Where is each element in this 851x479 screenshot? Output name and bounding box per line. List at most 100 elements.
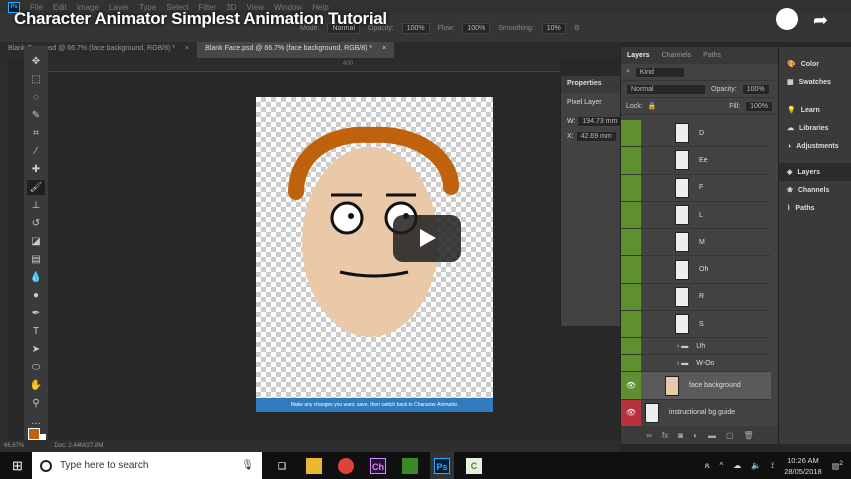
- gradient-tool-icon[interactable]: ▤: [27, 252, 45, 267]
- volume-icon[interactable]: 🔈: [751, 461, 761, 470]
- taskbar-search[interactable]: Type here to search 🎙: [32, 452, 262, 479]
- network-icon[interactable]: ⟟: [771, 461, 774, 471]
- video-title[interactable]: Character Animator Simplest Animation Tu…: [14, 9, 387, 29]
- dock-learn[interactable]: 💡 Learn: [779, 101, 851, 119]
- eye-icon[interactable]: 👁: [621, 372, 641, 399]
- layer-row[interactable]: R: [621, 283, 771, 312]
- tab-paths[interactable]: Paths: [703, 52, 721, 59]
- mask-icon[interactable]: ◙: [678, 431, 683, 440]
- new-layer-icon[interactable]: ▢: [726, 431, 734, 440]
- file-explorer-icon[interactable]: [302, 452, 326, 479]
- trash-icon[interactable]: 🗑: [744, 431, 754, 440]
- marquee-tool-icon[interactable]: ⬚: [27, 72, 45, 87]
- visibility-toggle[interactable]: [621, 338, 641, 355]
- watch-later-icon[interactable]: [776, 8, 798, 30]
- layer-row[interactable]: M: [621, 229, 771, 257]
- task-view-icon[interactable]: ❏: [270, 452, 294, 479]
- layer-row[interactable]: D: [621, 120, 771, 148]
- close-icon[interactable]: ×: [185, 45, 189, 55]
- quick-select-tool-icon[interactable]: ✎: [27, 108, 45, 123]
- lasso-tool-icon[interactable]: ◌: [27, 90, 45, 105]
- hand-tool-icon[interactable]: ✋: [27, 378, 45, 393]
- tab-channels[interactable]: Channels: [662, 52, 692, 59]
- visibility-toggle[interactable]: [621, 201, 641, 229]
- visibility-toggle[interactable]: [621, 147, 641, 174]
- clock[interactable]: 10:26 AM 28/05/2018: [784, 455, 822, 477]
- zoom-tool-icon[interactable]: ⚲: [27, 396, 45, 411]
- fill-field[interactable]: 100%: [745, 100, 773, 112]
- dodge-tool-icon[interactable]: ●: [27, 288, 45, 303]
- windows-start-icon[interactable]: ⊞: [12, 458, 23, 474]
- flow-field[interactable]: 100%: [462, 22, 491, 34]
- tab-document-2[interactable]: Blank Face.psd @ 66.7% (face background,…: [197, 42, 395, 58]
- type-tool-icon[interactable]: T: [27, 324, 45, 339]
- close-icon[interactable]: ×: [382, 45, 386, 55]
- opacity-field[interactable]: 100%: [401, 22, 430, 34]
- fx-icon[interactable]: fx: [662, 431, 668, 440]
- crop-tool-icon[interactable]: ⌗: [27, 126, 45, 141]
- eye-icon[interactable]: 👁: [621, 399, 641, 426]
- camtasia-icon[interactable]: [398, 452, 422, 479]
- move-tool-icon[interactable]: ✥: [27, 54, 45, 69]
- photoshop-taskbar-icon[interactable]: Ps: [430, 452, 454, 479]
- visibility-toggle[interactable]: [621, 283, 641, 311]
- layer-row[interactable]: Oh: [621, 256, 771, 284]
- camtasia-recorder-icon[interactable]: C: [462, 452, 486, 479]
- visibility-toggle[interactable]: [621, 256, 641, 283]
- blend-mode-select[interactable]: Normal: [626, 83, 706, 95]
- character-animator-icon[interactable]: Ch: [366, 452, 390, 479]
- shape-tool-icon[interactable]: ⬭: [27, 360, 45, 375]
- dock-adjustments[interactable]: ◑ Adjustments: [779, 137, 851, 155]
- people-icon[interactable]: ጸ: [705, 461, 710, 471]
- foreground-color-swatch[interactable]: [28, 428, 40, 440]
- play-button[interactable]: [393, 215, 461, 262]
- layer-row[interactable]: › ▬ W-Oo: [621, 355, 771, 373]
- visibility-toggle[interactable]: [621, 174, 641, 201]
- visibility-toggle[interactable]: [621, 229, 641, 256]
- layer-row[interactable]: Ee: [621, 147, 771, 175]
- kind-filter[interactable]: Kind: [634, 66, 685, 78]
- path-select-tool-icon[interactable]: ➤: [27, 342, 45, 357]
- history-brush-icon[interactable]: ↺: [27, 216, 45, 231]
- dock-layers[interactable]: ◈ Layers: [779, 163, 851, 181]
- stamp-tool-icon[interactable]: ⊥: [27, 198, 45, 213]
- width-field[interactable]: 194.73 mm: [577, 116, 620, 127]
- zoom-level[interactable]: 66.67%: [4, 443, 24, 449]
- visibility-toggle[interactable]: [621, 120, 641, 147]
- folder-icon[interactable]: ▬: [708, 431, 716, 440]
- eraser-tool-icon[interactable]: ◪: [27, 234, 45, 249]
- x-field[interactable]: 42.69 mm: [575, 131, 617, 142]
- notifications-icon[interactable]: ▤2: [832, 460, 843, 471]
- healing-tool-icon[interactable]: ✚: [27, 162, 45, 177]
- chevron-up-icon[interactable]: ^: [719, 461, 723, 470]
- adjustment-icon[interactable]: ◐: [693, 431, 698, 440]
- chrome-icon[interactable]: [334, 452, 358, 479]
- gear-icon[interactable]: ⚙: [574, 24, 580, 32]
- share-icon[interactable]: ➦: [813, 10, 828, 31]
- pen-tool-icon[interactable]: ✒: [27, 306, 45, 321]
- visibility-toggle[interactable]: [621, 311, 641, 338]
- eyedropper-tool-icon[interactable]: ⁄: [27, 144, 45, 159]
- dock-libraries[interactable]: ☁ Libraries: [779, 119, 851, 137]
- dock-channels[interactable]: ❀ Channels: [779, 181, 851, 199]
- tab-layers[interactable]: Layers: [627, 52, 650, 59]
- more-tools-icon[interactable]: …: [27, 414, 45, 429]
- smoothing-field[interactable]: 10%: [541, 22, 566, 34]
- dock-color[interactable]: 🎨 Color: [779, 55, 851, 73]
- link-icon[interactable]: ∞: [646, 431, 652, 440]
- lock-icon[interactable]: 🔒: [648, 102, 657, 110]
- layer-row[interactable]: S: [621, 311, 771, 339]
- blur-tool-icon[interactable]: 💧: [27, 270, 45, 285]
- dock-paths[interactable]: ⌇ Paths: [779, 199, 851, 217]
- dock-swatches[interactable]: ▦ Swatches: [779, 73, 851, 91]
- layer-opacity-field[interactable]: 100%: [741, 83, 770, 95]
- brush-tool-icon[interactable]: 🖌: [27, 180, 45, 195]
- layer-row[interactable]: L: [621, 201, 771, 230]
- layer-row[interactable]: F: [621, 174, 771, 202]
- visibility-toggle[interactable]: [621, 355, 641, 372]
- microphone-icon[interactable]: 🎙: [241, 460, 254, 471]
- layer-row[interactable]: › ▬ Uh: [621, 338, 771, 356]
- layer-row[interactable]: 👁 instructional bg guide: [621, 399, 771, 427]
- onedrive-icon[interactable]: ☁: [733, 461, 741, 470]
- layer-row[interactable]: 👁 face background: [621, 372, 771, 400]
